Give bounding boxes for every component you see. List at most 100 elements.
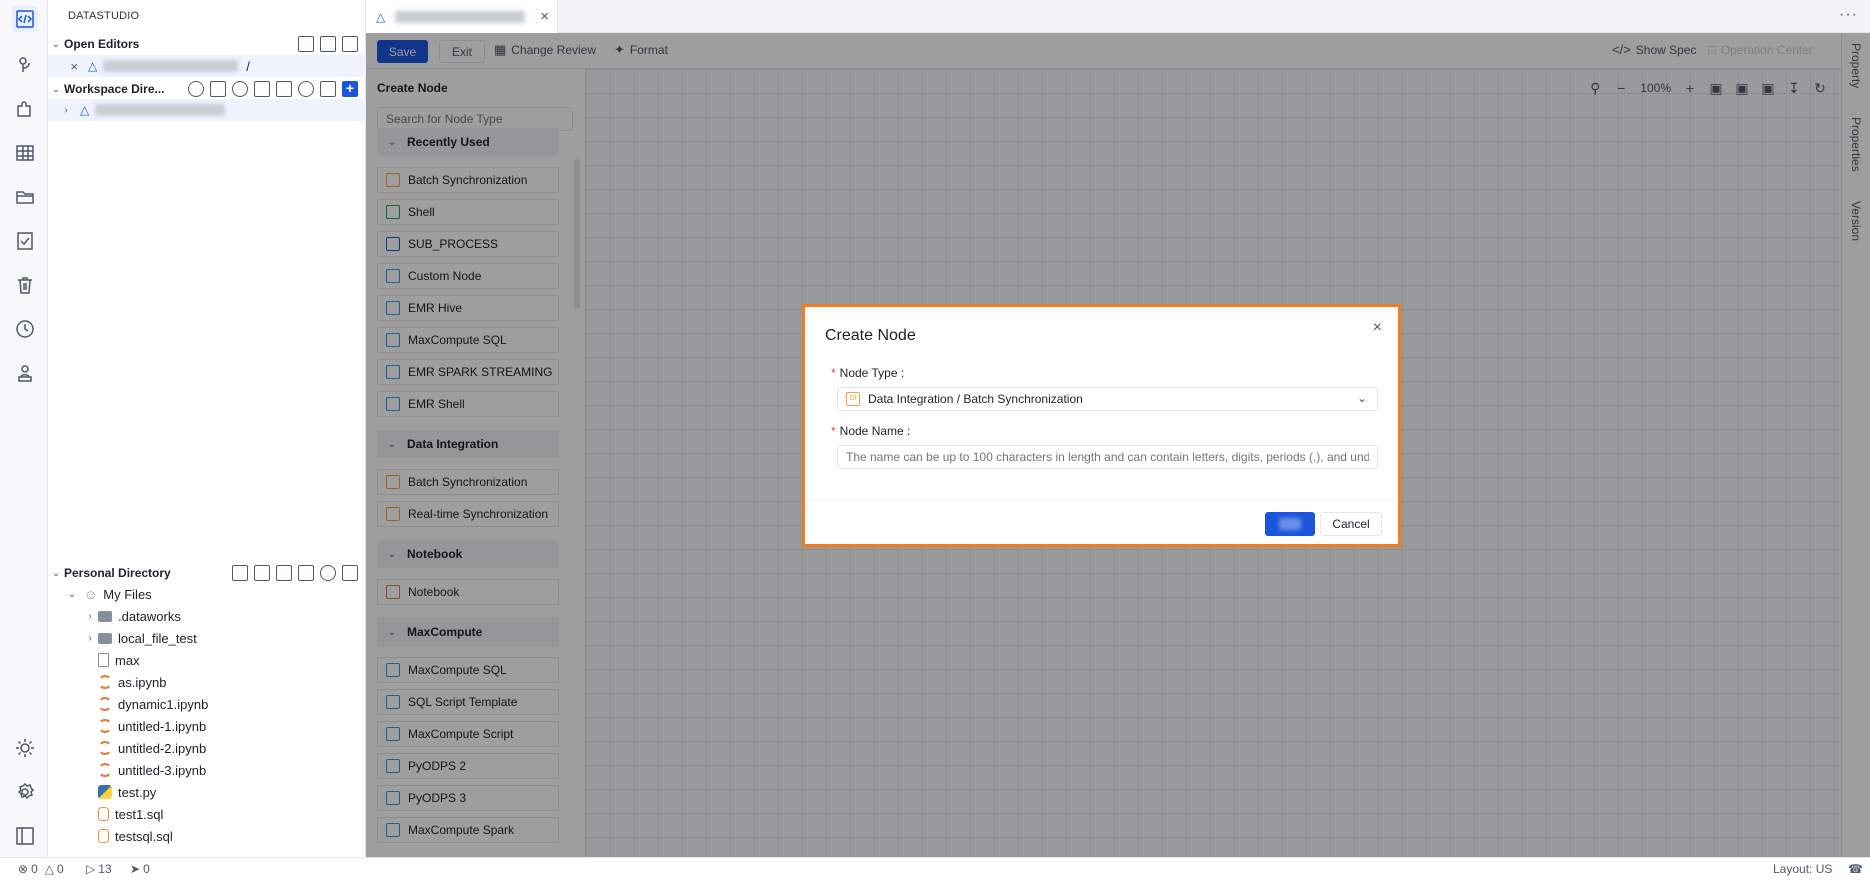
- new-folder-icon[interactable]: [232, 565, 248, 581]
- file-tree-item-label: dynamic1.ipynb: [118, 696, 209, 712]
- chevron-right-icon: ›: [88, 632, 92, 644]
- open-editor-name: [103, 60, 239, 72]
- keyboard-layout[interactable]: Layout: US: [1773, 862, 1832, 876]
- file-tree-item-label: untitled-1.ipynb: [118, 718, 207, 734]
- file-tree-item[interactable]: testsql.sql: [48, 825, 366, 847]
- more-icon[interactable]: ···: [1839, 6, 1858, 24]
- node-name-input[interactable]: [837, 445, 1378, 469]
- workspace-item-name: [95, 104, 226, 116]
- database-icon: [98, 807, 109, 821]
- file-tree-item-label: testsql.sql: [115, 828, 173, 844]
- git-branch-icon[interactable]: [12, 52, 38, 78]
- file-tree-item[interactable]: untitled-2.ipynb: [48, 737, 366, 759]
- warning-icon: △: [44, 862, 54, 876]
- bell-icon[interactable]: ☎: [1848, 862, 1863, 876]
- workspace-header[interactable]: ⌄ Workspace Dire... +: [48, 79, 366, 99]
- problems-indicator[interactable]: ⊗ 0 △ 0: [18, 862, 64, 876]
- required-marker: *: [831, 366, 836, 380]
- search-icon[interactable]: [188, 81, 204, 97]
- workspace-label: Workspace Dire...: [64, 82, 165, 96]
- file-tree-item[interactable]: max: [48, 649, 366, 671]
- add-icon[interactable]: +: [342, 81, 358, 97]
- file-tree-item[interactable]: dynamic1.ipynb: [48, 693, 366, 715]
- file-tree-item[interactable]: untitled-1.ipynb: [48, 715, 366, 737]
- sidebar-toggle-icon[interactable]: [12, 823, 38, 849]
- chevron-down-icon: ⌄: [51, 83, 61, 95]
- personal-directory-header[interactable]: ⌄ Personal Directory: [48, 563, 366, 583]
- send-indicator[interactable]: ➤ 0: [130, 862, 150, 876]
- file-tree-item[interactable]: test.py: [48, 781, 366, 803]
- my-files-root[interactable]: ⌄ ☺ My Files: [48, 583, 366, 605]
- new-folder-plus-icon[interactable]: [298, 565, 314, 581]
- required-marker: *: [831, 424, 836, 438]
- create-node-dialog: Create Node × * Node Type : DI Data Integ…: [802, 304, 1401, 547]
- workspace-item[interactable]: › △: [48, 99, 366, 121]
- python-icon: [98, 785, 112, 799]
- notebook-icon: [98, 741, 112, 755]
- editor-tab[interactable]: △ ×: [366, 0, 558, 33]
- close-all-icon[interactable]: [342, 36, 358, 52]
- refresh-icon[interactable]: [298, 81, 314, 97]
- save-all-icon[interactable]: [320, 36, 336, 52]
- checklist-icon[interactable]: [12, 228, 38, 254]
- collapse-icon[interactable]: [342, 565, 358, 581]
- code-icon[interactable]: [12, 6, 38, 32]
- close-icon[interactable]: ×: [540, 8, 549, 25]
- chevron-right-icon: ›: [64, 104, 68, 116]
- gear-icon[interactable]: [12, 779, 38, 805]
- confirm-button[interactable]: [1265, 512, 1315, 536]
- tag-icon[interactable]: [276, 81, 292, 97]
- table-icon[interactable]: [12, 140, 38, 166]
- warning-count: 0: [56, 862, 64, 876]
- node-type-select[interactable]: DI Data Integration / Batch Synchronizat…: [837, 387, 1378, 411]
- personal-directory-label: Personal Directory: [64, 566, 171, 580]
- chevron-down-icon: ⌄: [1356, 391, 1367, 405]
- status-bar: ⊗ 0 △ 0 ▷ 13 ➤ 0 Layout: US ☎: [0, 857, 1870, 881]
- folder-icon[interactable]: [12, 184, 38, 210]
- puzzle-icon[interactable]: [12, 96, 38, 122]
- workflow-icon: △: [376, 9, 386, 24]
- close-icon[interactable]: ×: [1373, 319, 1382, 337]
- my-files-label: My Files: [103, 586, 152, 602]
- file-tree-item-label: local_file_test: [118, 630, 197, 646]
- locate-icon[interactable]: [232, 81, 248, 97]
- explorer-panel: DATASTUDIO ⌄ Open Editors × △ / ⌄ Worksp…: [48, 0, 366, 857]
- file-tree-item[interactable]: › local_file_test: [48, 627, 366, 649]
- chevron-down-icon: ⌄: [51, 567, 61, 579]
- chevron-down-icon: ⌄: [67, 588, 77, 600]
- user-badge-icon[interactable]: [12, 360, 38, 386]
- sun-icon[interactable]: [12, 735, 38, 761]
- open-editor-path: /: [246, 58, 250, 74]
- file-tree-item[interactable]: untitled-3.ipynb: [48, 759, 366, 781]
- workflow-icon: △: [88, 59, 98, 73]
- collapse-icon[interactable]: [320, 81, 336, 97]
- close-icon[interactable]: ×: [48, 59, 78, 74]
- file-tree-item-label: untitled-3.ipynb: [118, 762, 207, 778]
- open-editor-item[interactable]: × △ /: [48, 55, 366, 77]
- filter-list-icon[interactable]: [210, 81, 226, 97]
- trash-icon[interactable]: [12, 272, 38, 298]
- clock-icon[interactable]: [12, 316, 38, 342]
- refresh-icon[interactable]: [320, 565, 336, 581]
- file-tree-item[interactable]: test1.sql: [48, 803, 366, 825]
- runs-indicator[interactable]: ▷ 13: [86, 862, 112, 876]
- node-name-label-text: Node Name :: [839, 424, 911, 438]
- filter-icon[interactable]: [254, 81, 270, 97]
- file-tree-item[interactable]: › .dataworks: [48, 605, 366, 627]
- new-file-icon[interactable]: [298, 36, 314, 52]
- file-icon: [98, 653, 109, 667]
- upload-icon[interactable]: [254, 565, 270, 581]
- play-icon: ▷: [86, 862, 96, 876]
- activity-bar: [0, 0, 48, 857]
- node-type-label: * Node Type :: [831, 366, 904, 380]
- open-editors-header[interactable]: ⌄ Open Editors: [48, 34, 366, 54]
- app-title: DATASTUDIO: [68, 10, 140, 22]
- file-tree-item[interactable]: as.ipynb: [48, 671, 366, 693]
- dialog-footer-divider: [805, 500, 1398, 501]
- cancel-button[interactable]: Cancel: [1320, 512, 1382, 536]
- new-file-icon[interactable]: [276, 565, 292, 581]
- open-editors-label: Open Editors: [64, 37, 140, 51]
- runs-count: 13: [98, 862, 112, 876]
- tab-title: [395, 10, 526, 23]
- node-type-value: Data Integration / Batch Synchronization: [868, 392, 1083, 406]
